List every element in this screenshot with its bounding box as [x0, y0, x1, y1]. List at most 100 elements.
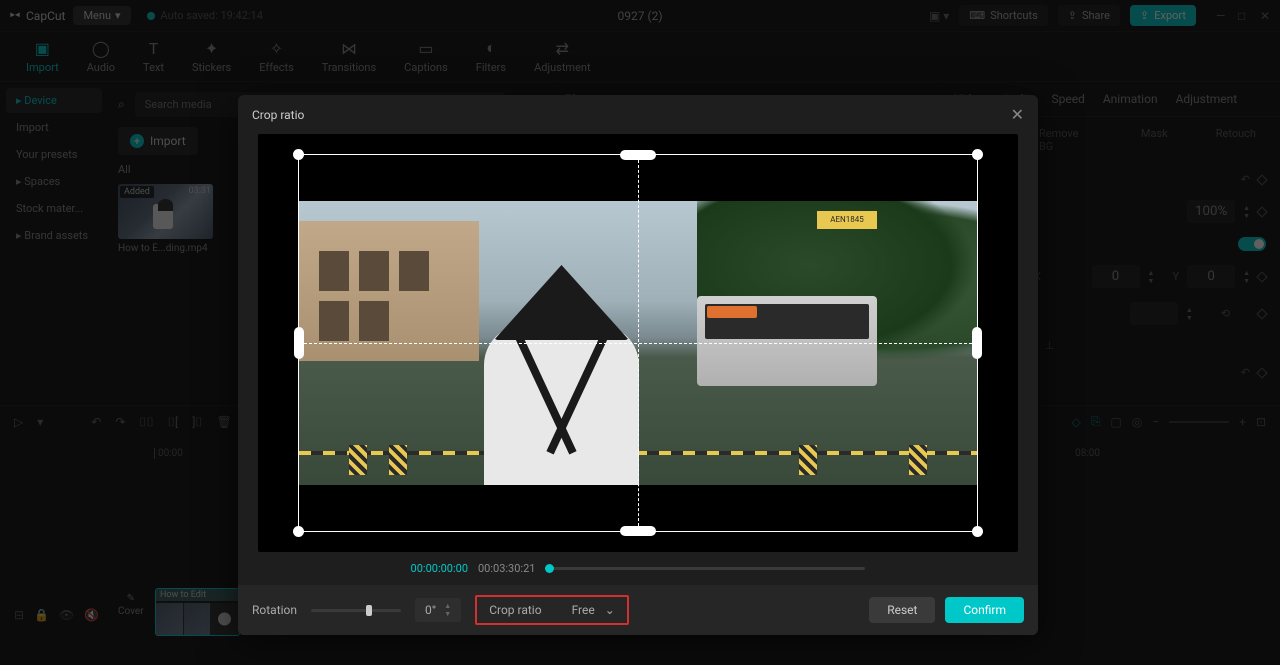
y-stepper[interactable]: ▲▼ [1243, 269, 1250, 285]
sidebar-item-yourpresets[interactable]: Your presets [6, 142, 102, 167]
tab-adjustment[interactable]: ⇄Adjustment [520, 39, 605, 74]
fit-icon[interactable]: ⊡ [1256, 415, 1266, 429]
import-button[interactable]: + Import [118, 127, 198, 155]
sidebar: ▸ DeviceImportYour presets▸ SpacesStock … [0, 82, 108, 402]
sidebar-item-stockmater[interactable]: Stock mater... [6, 196, 102, 221]
pointer-tool-icon[interactable]: ▷ [14, 415, 23, 429]
crop-handle-bottom[interactable] [620, 526, 656, 536]
split-icon[interactable]: ⌷⌷ [139, 415, 153, 430]
crop-handle-br[interactable] [972, 526, 983, 537]
tab-captions[interactable]: ▭Captions [390, 39, 462, 74]
share-button[interactable]: ⇪ Share [1058, 5, 1120, 26]
zoom-out-icon[interactable]: − [1152, 415, 1159, 429]
trim-right-icon[interactable]: ]⌷ [192, 415, 202, 430]
rot-stepper[interactable]: ▲▼ [1186, 306, 1193, 322]
tab-audio[interactable]: ◯Audio [73, 39, 129, 74]
undo-icon[interactable]: ↶ [1241, 173, 1250, 186]
toggle-switch[interactable] [1238, 237, 1266, 251]
close-icon[interactable]: ✕ [1011, 105, 1024, 124]
preview-icon[interactable]: ▢ [1110, 415, 1121, 429]
zoom-in-icon[interactable]: + [1239, 415, 1246, 429]
undo-icon[interactable]: ↶ [91, 415, 101, 429]
snap-icon[interactable]: ◇ [1072, 415, 1081, 429]
export-button[interactable]: ⇪ Export [1130, 5, 1196, 26]
tab-filters[interactable]: ◐Filters [462, 39, 520, 74]
tab-text[interactable]: TText [129, 39, 178, 74]
crop-handle-bl[interactable] [293, 526, 304, 537]
delete-icon[interactable]: 🗑 [217, 415, 232, 429]
crop-handle-tl[interactable] [293, 149, 304, 160]
scale-input[interactable] [1187, 200, 1235, 223]
crop-ratio-dropdown[interactable]: Free ⌄ [572, 603, 615, 617]
tab-import[interactable]: ▣Import [12, 39, 73, 74]
cover-button[interactable]: ✎ Cover [118, 593, 144, 617]
crop-handle-right[interactable] [972, 327, 982, 359]
lock-icon[interactable]: 🔒 [34, 608, 49, 622]
maximize-button[interactable]: □ [1238, 9, 1250, 23]
inspector-subtab-mask[interactable]: Mask [1127, 123, 1182, 157]
target-icon[interactable]: ◎ [1132, 415, 1142, 429]
crop-canvas[interactable]: AEN1845 [258, 134, 1018, 552]
tab-effects[interactable]: ✧Effects [245, 39, 308, 74]
chevron-down-icon[interactable]: ▾ [37, 415, 43, 429]
eye-icon[interactable]: 👁 [59, 608, 74, 622]
pos-x-input[interactable] [1092, 265, 1140, 288]
pos-y-input[interactable] [1187, 265, 1235, 288]
mute-icon[interactable]: 🔇 [84, 608, 99, 622]
inspector-tab-animation[interactable]: Animation [1103, 92, 1158, 106]
keyframe-icon[interactable] [1256, 308, 1267, 319]
inspector-tab-adjustment[interactable]: Adjustment [1176, 92, 1238, 106]
tab-transitions[interactable]: ⋈Transitions [308, 39, 390, 74]
collapse-icon[interactable]: ⊟ [14, 608, 24, 622]
scene-bus [697, 296, 877, 386]
media-thumbnail[interactable]: Added 03:31 How to E...ding.mp4 [118, 184, 213, 254]
sidebar-item-brandassets[interactable]: ▸ Brand assets [6, 223, 102, 248]
link-icon[interactable]: ⟲ [1221, 307, 1230, 320]
keyframe-icon[interactable] [1256, 271, 1267, 282]
inspector-tab-speed[interactable]: Speed [1051, 92, 1084, 106]
keyframe-icon[interactable] [1256, 174, 1267, 185]
plus-icon: + [130, 134, 144, 148]
menu-button[interactable]: Menu ▾ [73, 6, 130, 25]
crop-handle-tr[interactable] [972, 149, 983, 160]
tab-label: Filters [476, 61, 506, 74]
crop-handle-top[interactable] [620, 150, 656, 160]
reset-button[interactable]: Reset [869, 597, 935, 623]
confirm-button[interactable]: Confirm [945, 597, 1024, 623]
import-icon: ▣ [35, 39, 50, 57]
rotation-slider[interactable] [311, 609, 401, 612]
rot-input[interactable] [1130, 302, 1178, 325]
time-slider[interactable] [545, 567, 865, 570]
crop-frame[interactable]: AEN1845 [298, 154, 978, 532]
keyboard-icon: ⌨ [969, 9, 985, 22]
sidebar-item-spaces[interactable]: ▸ Spaces [6, 169, 102, 194]
close-button[interactable]: ✕ [1260, 9, 1272, 23]
timeline-clip[interactable]: How to Edit [155, 588, 240, 636]
rotation-stepper[interactable]: ▲▼ [444, 602, 451, 618]
keyframe-icon[interactable] [1256, 206, 1267, 217]
x-stepper[interactable]: ▲▼ [1148, 269, 1155, 285]
keyframe-icon[interactable] [1256, 367, 1267, 378]
rotation-value-box[interactable]: 0° ▲▼ [415, 598, 461, 622]
shortcuts-button[interactable]: ⌨ Shortcuts [959, 5, 1047, 26]
scale-stepper[interactable]: ▲▼ [1243, 204, 1250, 220]
sidebar-item-import[interactable]: Import [6, 115, 102, 140]
align-bottom-icon[interactable]: ⊥ [1045, 339, 1055, 352]
layout-icon[interactable]: ▣ ▾ [929, 9, 949, 23]
link-icon[interactable]: ⎘ [1091, 414, 1101, 429]
modal-title: Crop ratio [252, 108, 304, 122]
undo-icon[interactable]: ↶ [1241, 366, 1250, 379]
time-total: 00:03:30:21 [478, 562, 535, 575]
tab-label: Captions [404, 61, 448, 74]
tab-stickers[interactable]: ✦Stickers [178, 39, 245, 74]
inspector-subtab-retouch[interactable]: Retouch [1202, 123, 1270, 157]
topbar: CapCut Menu ▾ Auto saved: 19:42:14 0927 … [0, 0, 1280, 32]
sidebar-item-device[interactable]: ▸ Device [6, 88, 102, 113]
zoom-slider[interactable] [1169, 421, 1229, 423]
trim-left-icon[interactable]: ⌷[ [168, 415, 178, 430]
saved-dot-icon [147, 12, 155, 20]
crop-handle-left[interactable] [294, 327, 304, 359]
redo-icon[interactable]: ↷ [115, 415, 125, 429]
minimize-button[interactable]: — [1216, 9, 1228, 23]
scene-hazard [389, 445, 407, 475]
